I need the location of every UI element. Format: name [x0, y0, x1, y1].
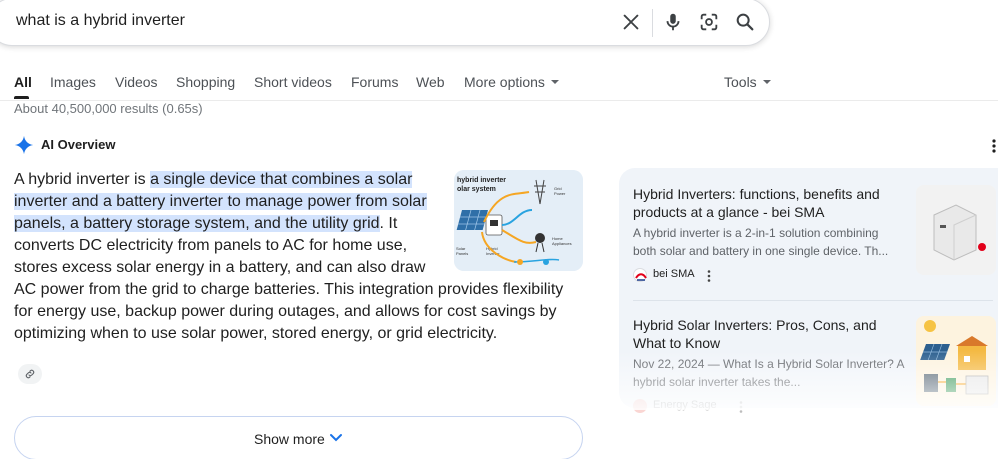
source-card[interactable]: Hybrid Inverters: functions, benefits an…	[633, 185, 996, 284]
caret-down-icon	[762, 80, 771, 85]
diagram-illustration: hybrid inverter olar system Solar Panels…	[454, 170, 583, 271]
active-tab-indicator	[14, 96, 29, 99]
tab-videos[interactable]: Videos	[115, 74, 158, 90]
tab-forums[interactable]: Forums	[351, 74, 398, 90]
search-input[interactable]: what is a hybrid inverter	[16, 12, 185, 30]
more-vert-icon[interactable]	[706, 269, 712, 283]
source-link-chip[interactable]	[18, 364, 42, 384]
tools-button[interactable]: Tools	[724, 74, 771, 90]
source-card-snippet: Nov 22, 2024 — What Is a Hybrid Solar In…	[633, 357, 904, 389]
source-card-thumbnail	[916, 316, 996, 406]
source-card-title[interactable]: Hybrid Solar Inverters: Pros, Cons, and …	[633, 316, 903, 352]
source-name: Energy Sage	[653, 399, 717, 411]
source-card-thumbnail	[916, 185, 996, 275]
gemini-sparkle-icon	[14, 135, 34, 155]
more-vert-icon[interactable]	[991, 138, 997, 154]
ai-overview-title: AI Overview	[41, 137, 116, 152]
card-divider	[633, 300, 993, 301]
microphone-icon[interactable]	[662, 11, 684, 33]
clear-icon[interactable]	[620, 11, 642, 33]
source-name: bei SMA	[653, 268, 695, 280]
tab-short-videos[interactable]: Short videos	[254, 74, 332, 90]
search-box[interactable]: what is a hybrid inverter	[0, 0, 770, 46]
link-icon	[25, 369, 35, 379]
tab-all[interactable]: All	[14, 74, 32, 90]
tab-images[interactable]: Images	[50, 74, 96, 90]
diagram-title-line2: olar system	[457, 186, 496, 193]
tab-shopping[interactable]: Shopping	[176, 74, 235, 90]
chevron-down-icon	[330, 434, 342, 442]
tab-more-options[interactable]: More options	[464, 74, 559, 90]
energysage-logo-icon	[633, 399, 647, 413]
diagram-grid-label2: Power	[554, 191, 566, 196]
diagram-home-label2: Appliances	[552, 241, 572, 246]
search-divider	[652, 9, 653, 37]
ai-text-intro: A hybrid inverter is	[14, 171, 151, 188]
tools-label: Tools	[724, 74, 757, 90]
sma-logo-icon	[633, 268, 647, 282]
show-more-button[interactable]: Show more	[14, 416, 583, 459]
diagram-panels-label2: Panels	[456, 251, 468, 256]
source-card-snippet: A hybrid inverter is a 2-in-1 solution c…	[633, 226, 889, 258]
more-vert-icon[interactable]	[738, 400, 744, 414]
caret-down-icon	[550, 80, 559, 85]
search-icon[interactable]	[734, 11, 756, 33]
source-card-title[interactable]: Hybrid Inverters: functions, benefits an…	[633, 185, 903, 221]
sources-panel: Hybrid Inverters: functions, benefits an…	[619, 168, 998, 413]
tab-web[interactable]: Web	[416, 74, 445, 90]
hybrid-inverter-diagram-image[interactable]: hybrid inverter olar system Solar Panels…	[454, 170, 583, 271]
source-card[interactable]: Hybrid Solar Inverters: Pros, Cons, and …	[633, 316, 996, 415]
more-options-label: More options	[464, 74, 545, 90]
diagram-title-line1: hybrid inverter	[457, 177, 506, 184]
show-more-label: Show more	[254, 431, 325, 447]
results-count: About 40,500,000 results (0.65s)	[14, 101, 203, 116]
lens-icon[interactable]	[698, 11, 720, 33]
